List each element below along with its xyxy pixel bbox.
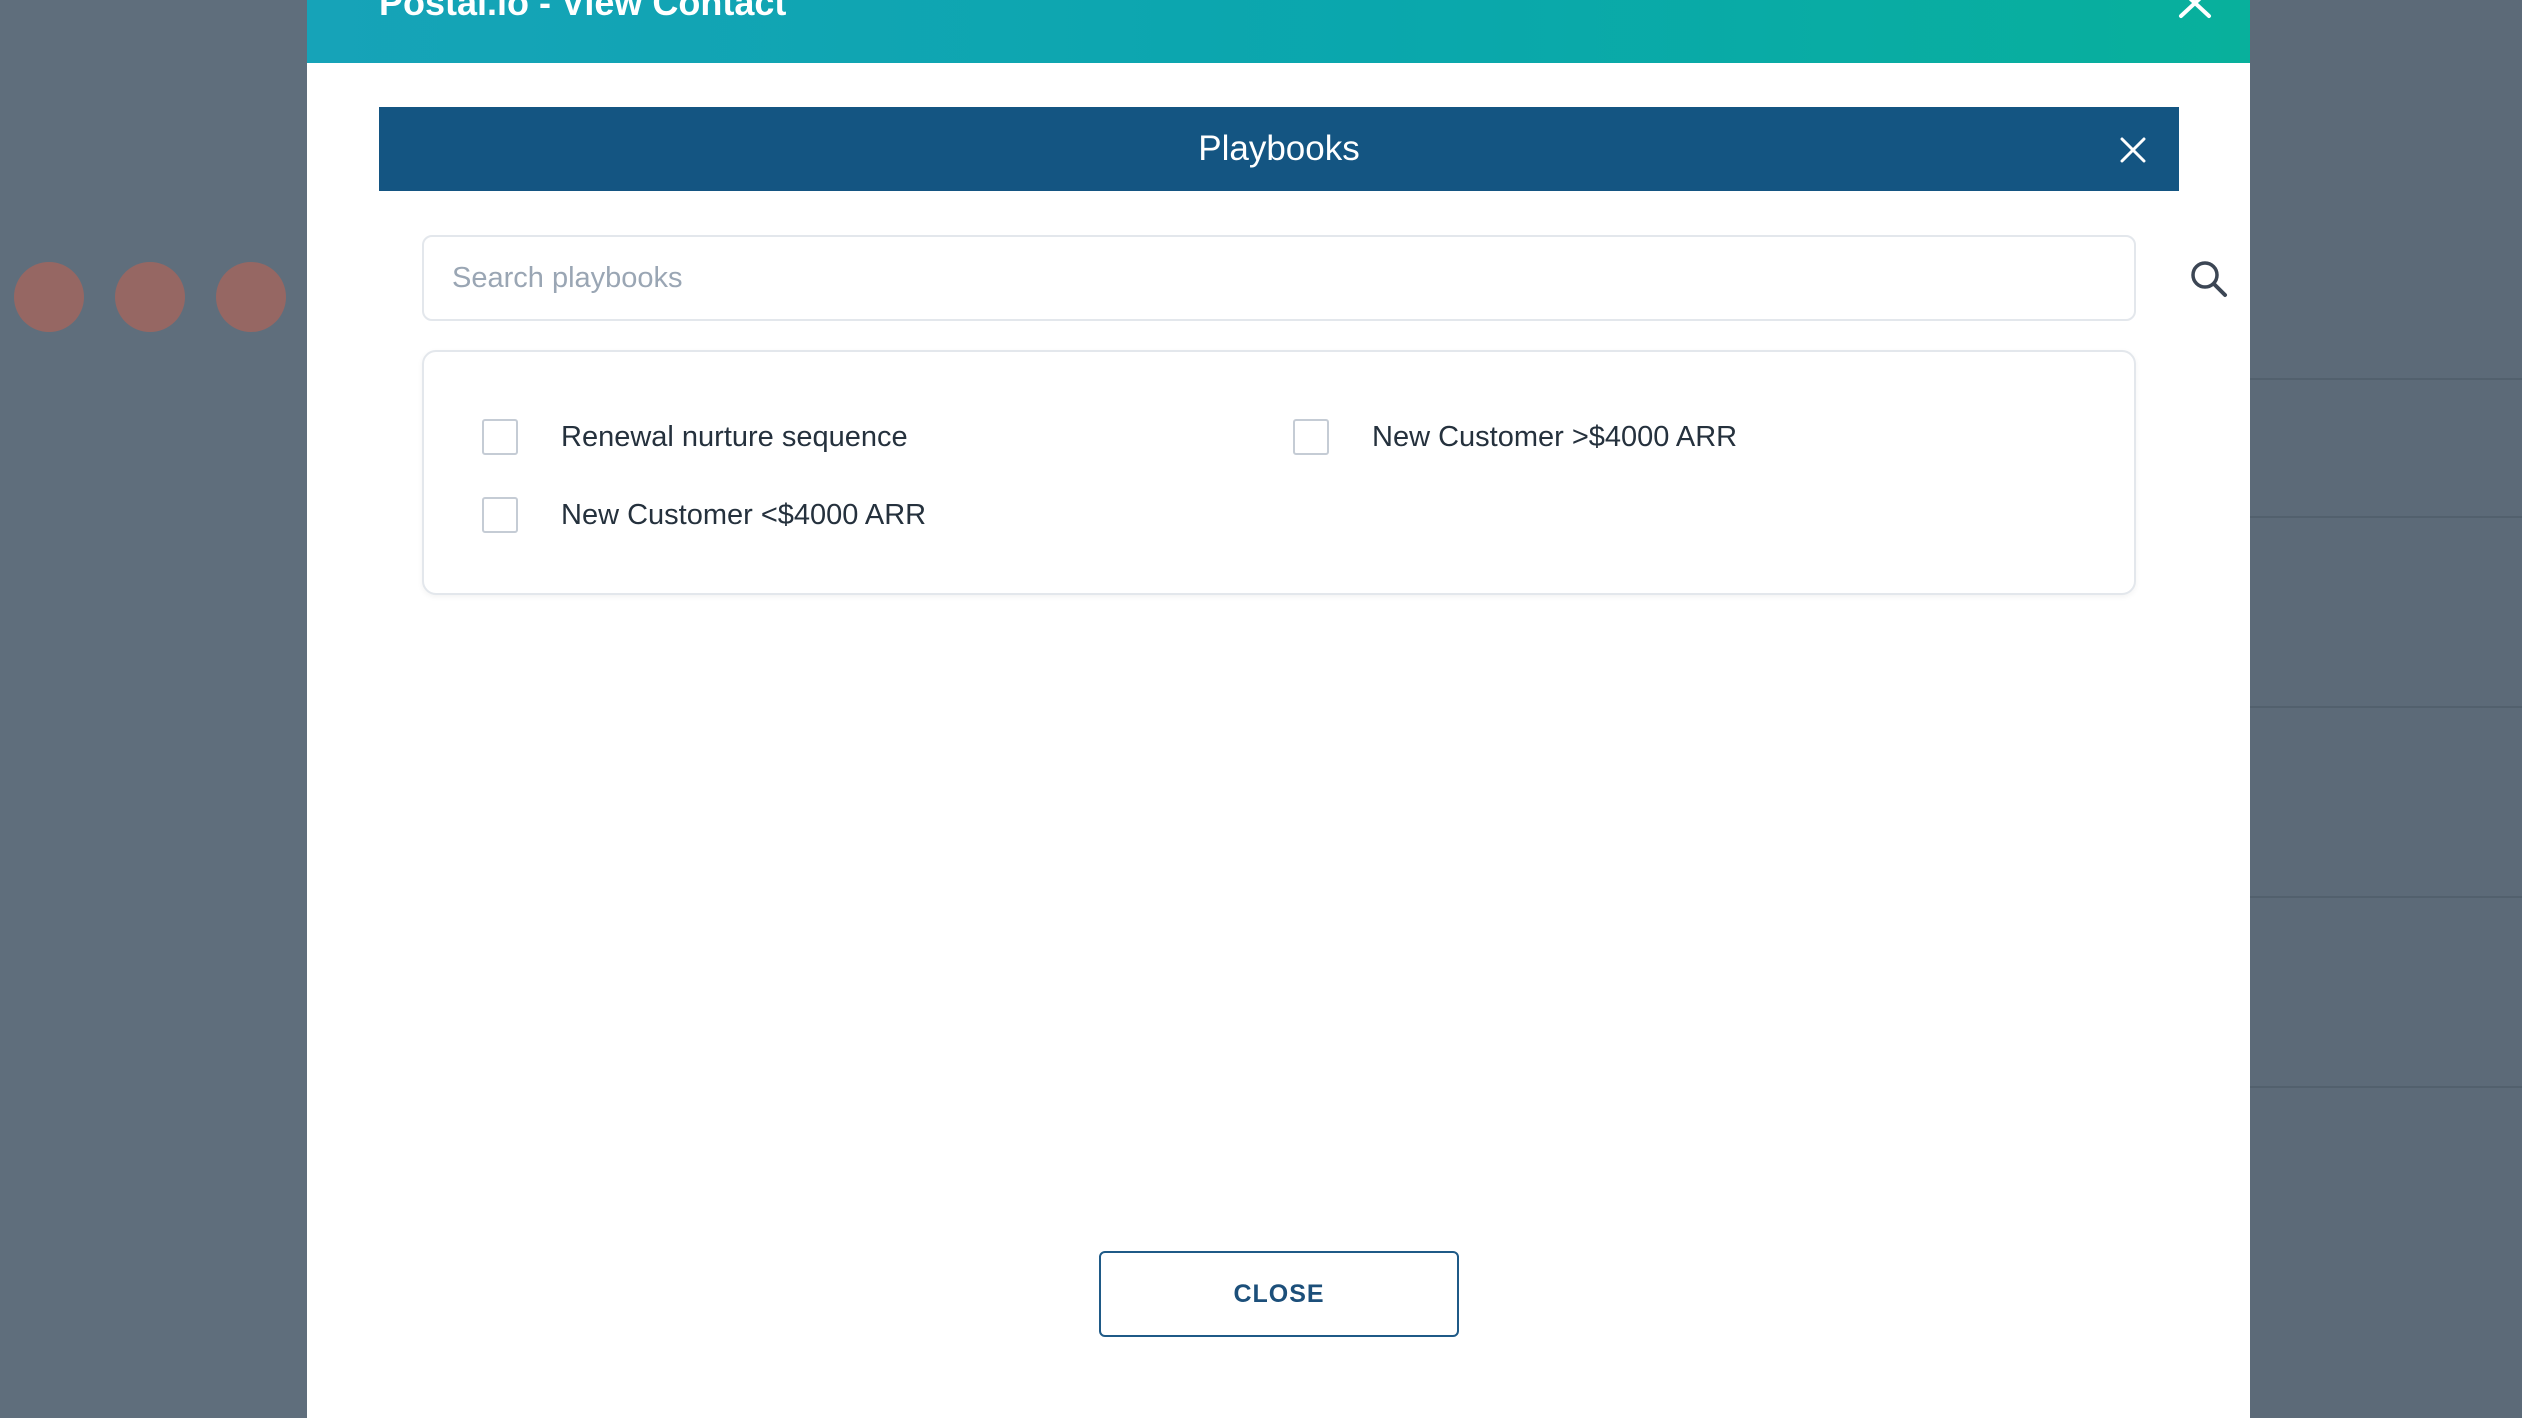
checkbox[interactable] [482,419,518,455]
search-field [422,235,2227,321]
close-icon[interactable] [2120,137,2146,163]
background-avatar [115,262,185,332]
checkbox[interactable] [482,497,518,533]
playbooks-header: Playbooks [379,107,2179,191]
playbook-label: New Customer <$4000 ARR [561,499,927,531]
background-avatar [216,262,286,332]
view-contact-header: Postal.io - View Contact [307,0,2250,63]
view-contact-modal: Postal.io - View Contact Playbooks Searc… [307,0,2250,1418]
background-avatar [14,262,84,332]
close-icon[interactable] [2173,0,2217,24]
playbooks-list: Renewal nurture sequence New Customer >$… [422,350,2136,595]
playbooks-title: Playbooks [1198,129,1360,168]
view-contact-title: Postal.io - View Contact [379,0,787,23]
playbook-item-new-customer-over-4000[interactable]: New Customer >$4000 ARR [1293,417,1893,457]
search-icon[interactable] [2189,259,2229,299]
checkbox[interactable] [1293,419,1329,455]
close-button[interactable]: CLOSE [1099,1251,1459,1337]
playbook-item-new-customer-under-4000[interactable]: New Customer <$4000 ARR [482,495,1082,535]
playbook-item-renewal-nurture[interactable]: Renewal nurture sequence [482,417,1082,457]
playbook-label: New Customer >$4000 ARR [1372,421,1738,453]
playbook-label: Renewal nurture sequence [561,421,908,453]
background-side-panel [2250,0,2522,1418]
search-input[interactable] [452,237,2032,319]
